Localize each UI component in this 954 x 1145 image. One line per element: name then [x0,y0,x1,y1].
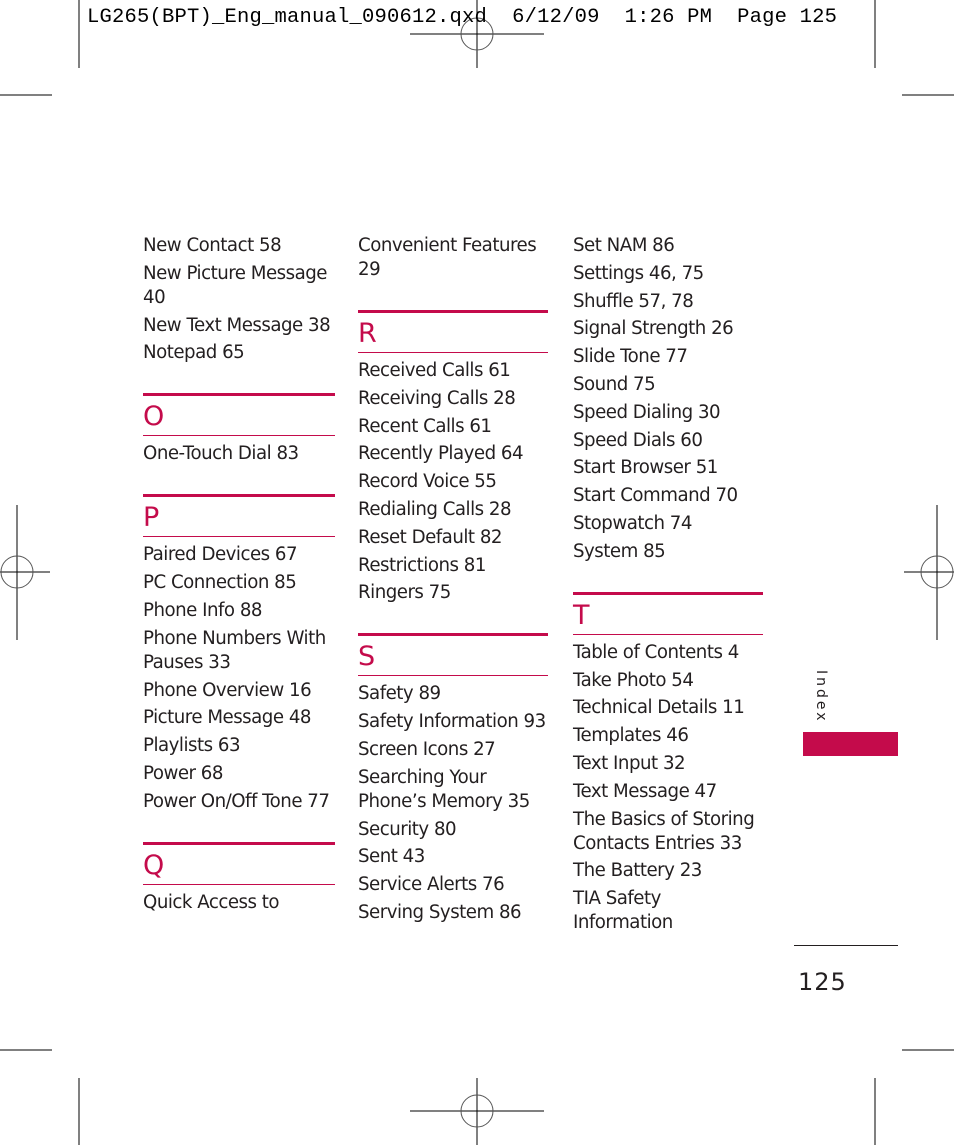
section-rule-thin [358,675,548,677]
section-header: O [143,393,335,437]
print-slug: LG265(BPT)_Eng_manual_090612.qxd 6/12/09… [87,6,838,29]
index-entry: Sent 43 [358,846,425,868]
section-letter: O [143,401,165,433]
section-rule-thin [358,352,548,353]
index-entry: Stopwatch 74 [573,512,692,534]
section-rule-thin [143,536,335,538]
side-tab-bar [803,732,898,756]
section-header: R [358,310,548,353]
section-rule-thin [573,633,763,635]
page-number: 125 [798,968,847,996]
index-entry: New Contact 58 [143,235,282,256]
index-column-2: Convenient Features 29 R Received Calls 61… [358,234,548,929]
index-entry: Receiving Calls 28 [358,387,516,409]
index-entry: Safety 89 [358,683,441,705]
index-entry: Service Alerts 76 [358,874,505,896]
index-entry: Picture Message 48 [143,707,311,729]
index-entry: Redialing Calls 28 [358,498,512,520]
index-entry: Security 80 [358,818,457,840]
index-entry: One-Touch Dial 83 [143,443,299,465]
index-entry: New Text Message 38 [143,314,331,336]
index-entry: Speed Dials 60 [573,429,703,451]
index-entry: Serving System 86 [358,901,522,923]
index-entry: Templates 46 [573,725,689,747]
side-tab-label: Index [813,670,829,724]
index-entry: Paired Devices 67 [143,544,298,566]
index-entry: Notepad 65 [143,342,245,364]
index-entry: Recently Played 64 [358,443,524,465]
index-entry: Power 68 [143,762,223,784]
section-header: P [143,494,335,538]
registration-mark-left [0,505,50,640]
index-entry: Convenient Features 29 [358,235,537,280]
section-letter: Q [143,849,165,881]
index-entry: Safety Information 93 [358,711,546,733]
index-entry: Text Message 47 [573,780,717,802]
index-entry: Phone Numbers With Pauses 33 [143,627,326,673]
index-entry: Recent Calls 61 [358,415,492,437]
footer-rule [794,945,898,946]
index-entry: The Basics of Storing Contacts Entries 3… [573,808,755,854]
index-entry: The Battery 23 [573,860,702,882]
registration-mark-bottom [410,1078,544,1145]
section-rule-thin [143,435,335,437]
section-letter: R [358,318,377,349]
section-letter: S [358,641,376,673]
index-entry: Speed Dialing 30 [573,401,721,423]
section-header: S [358,633,548,677]
index-entry: Searching Your Phone’s Memory 35 [358,766,530,812]
index-entry: Ringers 75 [358,582,451,604]
index-entry: Technical Details 11 [573,697,745,719]
section-letter: T [573,599,590,631]
index-entry: Start Command 70 [573,485,738,507]
index-entry: PC Connection 85 [143,572,297,594]
index-entry: Reset Default 82 [358,526,502,548]
index-column-3: Set NAM 86 Settings 46, 75 Shuffle 57, 78 S… [573,234,763,939]
index-entry: Power On/Off Tone 77 [143,790,330,812]
index-column-1: New Contact 58 New Picture Message 40 New … [143,234,335,919]
index-entry: Table of Contents 4 [573,641,739,663]
index-entry: System 85 [573,540,666,562]
index-entry: Settings 46, 75 [573,262,704,284]
index-entry: Playlists 63 [143,735,241,757]
section-letter: P [143,502,160,534]
index-entry: Phone Info 88 [143,599,262,621]
section-rule-thin [143,883,335,885]
index-entry: Phone Overview 16 [143,679,312,701]
index-entry: Signal Strength 26 [573,318,734,340]
index-entry: Record Voice 55 [358,471,497,493]
index-entry: TIA Safety Information [573,888,673,934]
index-entry: Slide Tone 77 [573,346,688,368]
index-entry: Received Calls 61 [358,360,511,381]
index-entry: Set NAM 86 [573,235,675,256]
index-entry: Sound 75 [573,373,656,395]
index-entry: Quick Access to [143,891,280,913]
index-entry: New Picture Message 40 [143,262,328,308]
section-header: T [573,591,763,635]
index-entry: Restrictions 81 [358,554,486,576]
index-entry: Start Browser 51 [573,457,718,479]
index-entry: Shuffle 57, 78 [573,290,694,312]
index-entry: Take Photo 54 [573,669,694,691]
index-entry: Text Input 32 [573,752,686,774]
section-header: Q [143,841,335,885]
registration-mark-right [904,505,954,640]
index-entry: Screen Icons 27 [358,738,496,760]
